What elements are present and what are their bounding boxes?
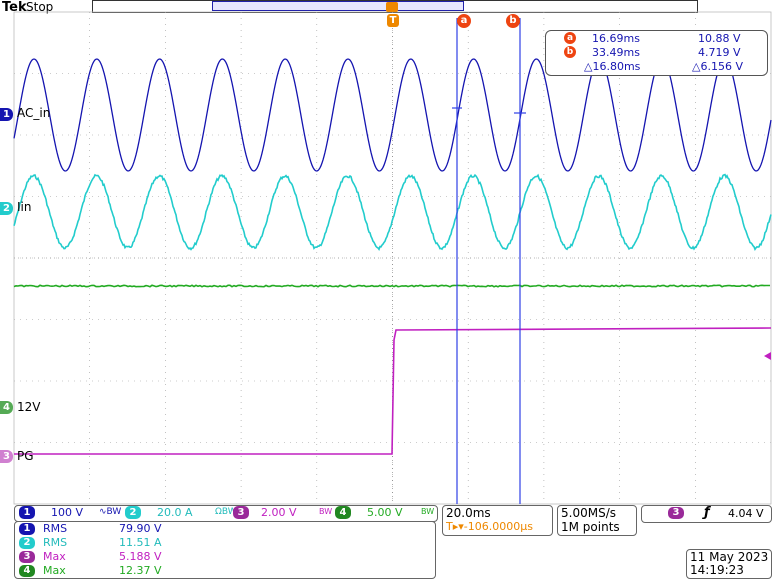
ch1-scale[interactable]: 100 V <box>51 506 83 519</box>
readout-b-chip: b <box>564 46 576 58</box>
readout-a-chip: a <box>564 32 576 44</box>
trigger-position-marker[interactable] <box>386 2 398 12</box>
meas4-value: 12.37 V <box>119 564 162 577</box>
timebase-scale[interactable]: 20.0ms <box>446 506 491 520</box>
sample-rate: 5.00MS/s <box>561 506 616 520</box>
date-readout: 11 May 2023 <box>690 550 769 564</box>
trigger-slope-icon[interactable]: ƒ <box>704 505 710 520</box>
measurements-panel: 1 RMS 79.90 V 2 RMS 11.51 A 3 Max 5.188 … <box>14 521 436 579</box>
readout-a-time: 16.69ms <box>592 32 640 45</box>
ch1-chip[interactable]: 1 <box>19 506 35 519</box>
ch4-scale[interactable]: 5.00 V <box>367 506 403 519</box>
readout-delta-value: △6.156 V <box>692 60 743 73</box>
trigger-source-chip[interactable]: 3 <box>668 507 684 519</box>
ch2-label: Iin <box>17 200 32 214</box>
trigger-level[interactable]: 4.04 V <box>728 507 764 520</box>
time-readout: 14:19:23 <box>690 563 744 577</box>
trigger-position-readout[interactable]: T▸▾-106.0000µs <box>446 520 533 533</box>
ch3-coupling: BW <box>319 507 333 516</box>
ch1-ground-marker[interactable]: 1 <box>0 108 13 121</box>
ch3-scale[interactable]: 2.00 V <box>261 506 297 519</box>
trigger-panel[interactable]: 3 ƒ 4.04 V <box>641 505 772 523</box>
waveform-ch4-12v <box>13 284 770 288</box>
ch3-label: PG <box>17 449 34 463</box>
acquisition-panel[interactable]: 5.00MS/s 1M points <box>557 505 637 536</box>
ch2-ground-marker[interactable]: 2 <box>0 202 13 215</box>
meas2-value: 11.51 A <box>119 536 162 549</box>
ch3-chip[interactable]: 3 <box>233 506 249 519</box>
cursor-a-marker[interactable]: a <box>457 14 471 28</box>
meas1-chip: 1 <box>19 523 35 535</box>
ch1-label: AC_in <box>17 106 51 120</box>
meas1-name: RMS <box>43 522 68 535</box>
meas3-chip: 3 <box>19 551 35 563</box>
trigger-t-marker[interactable]: T <box>387 14 399 27</box>
meas4-chip: 4 <box>19 565 35 577</box>
ch3-offset-marker <box>764 352 771 360</box>
meas2-name: RMS <box>43 536 68 549</box>
meas2-chip: 2 <box>19 537 35 549</box>
record-length: 1M points <box>561 520 620 534</box>
ch4-coupling: BW <box>421 507 435 516</box>
readout-b-time: 33.49ms <box>592 46 640 59</box>
ch4-ground-marker[interactable]: 4 <box>0 401 13 414</box>
cursor-b-marker[interactable]: b <box>506 14 520 28</box>
meas1-value: 79.90 V <box>119 522 162 535</box>
cursor-readout-box: a 16.69ms 10.88 V b 33.49ms 4.719 V △16.… <box>545 30 768 76</box>
readout-a-value: 10.88 V <box>698 32 741 45</box>
meas3-value: 5.188 V <box>119 550 162 563</box>
ch4-label: 12V <box>17 400 41 414</box>
channel-settings-bar[interactable]: 1 100 V ∿BW 2 20.0 A ΩBW 3 2.00 V BW 4 5… <box>14 505 438 522</box>
ch3-ground-marker[interactable]: 3 <box>0 450 13 463</box>
datetime-panel: 11 May 2023 14:19:23 <box>686 549 772 579</box>
waveform-display <box>13 11 772 505</box>
ch1-coupling: ∿BW <box>99 507 122 517</box>
ch2-chip[interactable]: 2 <box>125 506 141 519</box>
meas3-name: Max <box>43 550 66 563</box>
timebase-panel[interactable]: 20.0ms T▸▾-106.0000µs <box>442 505 553 536</box>
waveform-ch3-pg <box>14 327 772 455</box>
readout-delta-time: △16.80ms <box>584 60 641 73</box>
readout-b-value: 4.719 V <box>698 46 741 59</box>
meas4-name: Max <box>43 564 66 577</box>
oscilloscope-screen: Tek Stop T a b a 16.69ms 10.88 V b 33.49… <box>0 0 773 579</box>
ch2-scale[interactable]: 20.0 A <box>157 506 193 519</box>
ch4-chip[interactable]: 4 <box>335 506 351 519</box>
